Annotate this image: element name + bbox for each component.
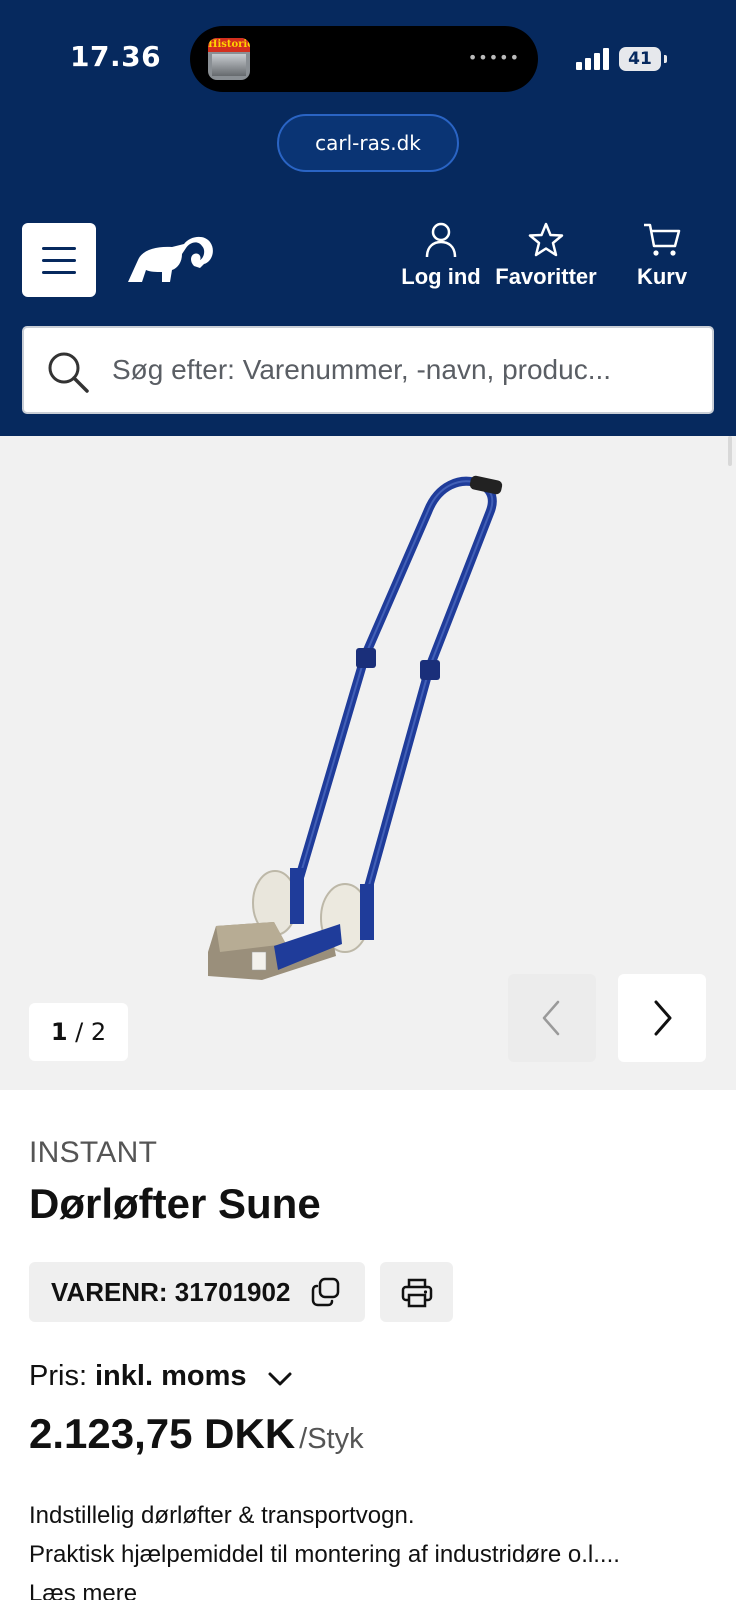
product-title: Dørløfter Sune <box>29 1180 321 1227</box>
island-dots-indicator: ••••• <box>467 48 520 67</box>
product-description: Indstillelig dørløfter & transportvogn. … <box>29 1496 719 1600</box>
app-badge-text: Historie <box>208 38 250 52</box>
search-icon <box>48 352 89 393</box>
sku-copy-button[interactable]: VARENR: 31701902 <box>29 1262 365 1322</box>
now-playing-app-icon[interactable]: Historie <box>208 38 250 80</box>
cart-label: Kurv <box>636 264 688 289</box>
battery-icon: 41 <box>619 47 667 71</box>
hamburger-icon <box>42 247 76 250</box>
app-artwork <box>212 54 246 76</box>
url-text: carl-ras.dk <box>315 131 421 155</box>
favorites-label: Favoritter <box>495 264 597 289</box>
chevron-down-icon <box>268 1372 292 1386</box>
product-brand[interactable]: INSTANT <box>29 1136 157 1170</box>
previous-image-button[interactable] <box>508 974 596 1062</box>
image-pager: 1 / 2 <box>29 1003 128 1061</box>
description-line-1: Indstillelig dørløfter & transportvogn. <box>29 1502 415 1529</box>
scroll-indicator[interactable] <box>728 436 732 466</box>
sku-label: VARENR: 31701902 <box>51 1277 291 1307</box>
price-value: 2.123,75 DKK <box>29 1410 296 1457</box>
cellular-signal-icon <box>576 48 612 70</box>
product-price: 2.123,75 DKK/Styk <box>29 1410 364 1458</box>
dynamic-island[interactable]: Historie ••••• <box>190 26 538 92</box>
menu-button[interactable] <box>22 223 96 297</box>
nav-login[interactable]: Log ind <box>394 222 488 290</box>
print-button[interactable] <box>380 1262 453 1322</box>
login-label: Log ind <box>401 264 481 289</box>
pager-total: 2 <box>90 1018 107 1046</box>
ram-logo-icon[interactable] <box>124 232 216 288</box>
nav-favorites[interactable]: Favoritter <box>495 222 597 290</box>
product-gallery[interactable]: 1 / 2 <box>0 436 736 1090</box>
price-mode: inkl. moms <box>95 1360 247 1392</box>
pager-current: 1 <box>50 1018 68 1046</box>
price-mode-selector[interactable]: Pris: inkl. moms <box>29 1360 293 1393</box>
next-image-button[interactable] <box>618 974 706 1062</box>
site-header: 17.36 Historie ••••• 41 carl-ras.dk Log … <box>0 0 736 436</box>
search-input[interactable] <box>112 340 702 400</box>
url-bar[interactable]: carl-ras.dk <box>277 114 459 172</box>
star-icon <box>528 222 564 257</box>
battery-level: 41 <box>628 49 652 69</box>
copy-icon <box>311 1277 340 1307</box>
printer-icon <box>401 1278 433 1308</box>
cart-icon <box>644 223 681 256</box>
pager-separator: / <box>67 1018 91 1046</box>
chevron-left-icon <box>542 1000 560 1036</box>
read-more-link[interactable]: Læs mere <box>29 1574 719 1600</box>
nav-cart[interactable]: Kurv <box>632 222 692 290</box>
price-unit: /Styk <box>299 1423 364 1455</box>
chevron-right-icon <box>654 1000 672 1036</box>
search-bar[interactable] <box>22 326 714 414</box>
description-line-2: Praktisk hjælpemiddel til montering af i… <box>29 1541 620 1568</box>
status-time: 17.36 <box>70 40 162 73</box>
product-image <box>208 475 503 980</box>
price-prefix: Pris: <box>29 1360 87 1392</box>
user-icon <box>425 222 457 258</box>
